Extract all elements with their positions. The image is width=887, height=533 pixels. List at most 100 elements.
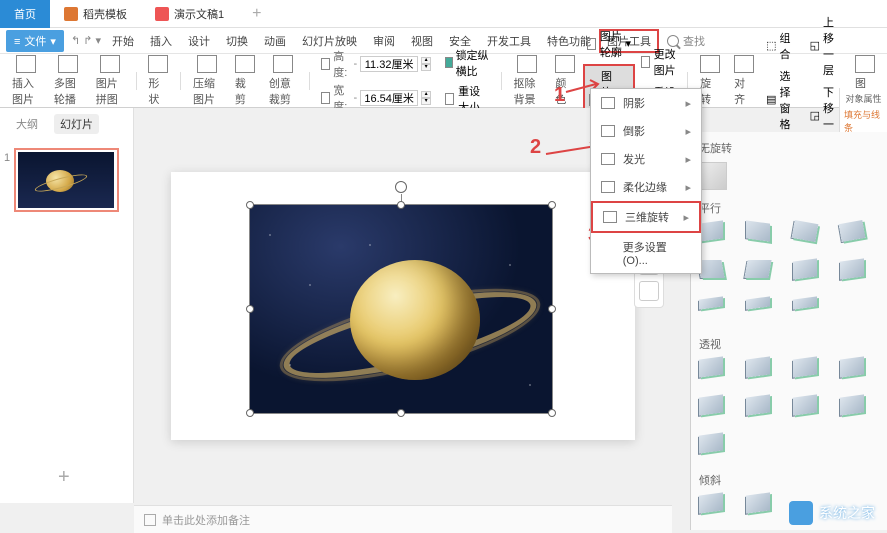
handle-bm[interactable] [397, 409, 405, 417]
btn-align[interactable]: 对齐 [728, 53, 760, 109]
p3d-opt[interactable] [746, 260, 782, 290]
p3d-perspective-grid [699, 358, 879, 464]
btn-compress[interactable]: 压缩图片 [187, 53, 227, 109]
p3d-none-option[interactable] [699, 162, 727, 190]
rotate3d-icon [603, 211, 617, 223]
btn-picture-puzzle[interactable]: 图片拼图 [90, 53, 130, 109]
p3d-opt[interactable] [699, 260, 735, 290]
menu-transition[interactable]: 切换 [218, 30, 256, 52]
sb-tab-outline[interactable]: 大纲 [10, 114, 44, 134]
rotation-3d-panel: 无旋转 平行 透视 倾斜 [690, 132, 887, 530]
tab-template-label: 稻壳模板 [83, 6, 127, 22]
p3d-opt[interactable] [840, 396, 876, 426]
btn-creative-clip[interactable]: 创意裁剪 [263, 53, 303, 109]
btn-insert-picture[interactable]: 插入图片 [6, 53, 46, 109]
width-input[interactable] [360, 90, 418, 106]
p3d-opt[interactable] [699, 434, 735, 464]
effect-dropdown: 阴影▸ 倒影▸ 发光▸ 柔化边缘▸ 三维旋转▸ 更多设置(O)... [590, 88, 702, 274]
menu-insert[interactable]: 插入 [142, 30, 180, 52]
btn-change-pic[interactable]: 更改图片 [637, 44, 681, 80]
p3d-opt[interactable] [746, 396, 782, 426]
btn-combo[interactable]: ⬚组合 [762, 28, 803, 64]
selected-image[interactable] [249, 204, 553, 414]
p3d-opt[interactable] [699, 358, 735, 388]
search-box[interactable]: 查找 [667, 33, 705, 49]
search-icon [667, 35, 679, 47]
tab-doc-label: 演示文稿1 [174, 6, 224, 22]
dd-shadow[interactable]: 阴影▸ [591, 89, 701, 117]
glow-icon [601, 153, 615, 165]
menu-file[interactable]: ≡文件▾ [6, 30, 64, 52]
width-up[interactable]: ▴ [421, 91, 431, 98]
tab-home[interactable]: 首页 [0, 0, 50, 28]
p3d-opt[interactable] [793, 396, 829, 426]
p3d-perspective-label: 透视 [699, 336, 879, 352]
add-slide-btn[interactable]: + [58, 466, 70, 489]
dd-glow[interactable]: 发光▸ [591, 145, 701, 173]
p3d-opt[interactable] [699, 396, 735, 426]
p3d-opt[interactable] [746, 358, 782, 388]
btn-multi-carousel[interactable]: 多图轮播 [48, 53, 88, 109]
p3d-opt[interactable] [746, 494, 782, 524]
p3d-opt[interactable] [746, 298, 782, 328]
slide-sidebar: 大纲 幻灯片 1 + [0, 108, 134, 503]
height-icon [321, 58, 330, 70]
lock-ratio-check[interactable]: 锁定纵横比 [445, 47, 489, 79]
p3d-opt[interactable] [793, 358, 829, 388]
menu-start[interactable]: 开始 [104, 30, 142, 52]
p3d-opt[interactable] [699, 494, 735, 524]
btn-shape[interactable]: 形状 [142, 53, 174, 109]
height-up[interactable]: ▴ [421, 57, 431, 64]
width-down[interactable]: ▾ [421, 98, 431, 105]
handle-mr[interactable] [548, 305, 556, 313]
soft-icon [601, 181, 615, 193]
menu-design[interactable]: 设计 [180, 30, 218, 52]
tab-template[interactable]: 稻壳模板 [50, 0, 141, 28]
handle-tl[interactable] [246, 201, 254, 209]
width-icon [321, 92, 330, 104]
notes-pane[interactable]: 单击此处添加备注 [134, 505, 672, 533]
watermark-logo [789, 501, 813, 525]
handle-tr[interactable] [548, 201, 556, 209]
dd-soft-edge[interactable]: 柔化边缘▸ [591, 173, 701, 201]
p3d-parallel-grid [699, 222, 879, 328]
rotate-handle[interactable] [395, 181, 407, 193]
p3d-none-label: 无旋转 [699, 140, 879, 156]
dd-3d-rotate[interactable]: 三维旋转▸ [591, 201, 701, 233]
p3d-opt[interactable] [699, 222, 735, 252]
btn-clip[interactable]: 裁剪 [229, 53, 261, 109]
tab-document[interactable]: 演示文稿1 [141, 0, 238, 28]
handle-bl[interactable] [246, 409, 254, 417]
sb-tab-slides[interactable]: 幻灯片 [54, 114, 99, 134]
props-fill-line[interactable]: 填充与线条 [844, 108, 883, 134]
p3d-opt[interactable] [840, 222, 876, 252]
tab-add[interactable]: + [238, 0, 275, 28]
p3d-opt[interactable] [793, 298, 829, 328]
handle-ml[interactable] [246, 305, 254, 313]
p3d-opt[interactable] [746, 222, 782, 252]
p3d-opt[interactable] [840, 260, 876, 290]
p3d-opt[interactable] [793, 260, 829, 290]
menu-animation[interactable]: 动画 [256, 30, 294, 52]
dd-reflection[interactable]: 倒影▸ [591, 117, 701, 145]
height-down[interactable]: ▾ [421, 64, 431, 71]
handle-br[interactable] [548, 409, 556, 417]
btn-pic-outline[interactable]: 图片轮廓▾ [583, 26, 635, 62]
btn-up-layer[interactable]: ◱上移一层 [806, 12, 847, 80]
btn-sel-pane[interactable]: ▤选择窗格 [762, 66, 803, 134]
slide-thumbnail-1[interactable]: 1 [14, 148, 119, 212]
p3d-parallel-label: 平行 [699, 200, 879, 216]
watermark: 系统之家 [789, 501, 875, 525]
dd-more-settings[interactable]: 更多设置(O)... [591, 233, 701, 273]
notes-icon [144, 514, 156, 526]
btn-remove-bg[interactable]: 抠除背景 [508, 53, 548, 109]
height-input[interactable] [360, 56, 418, 72]
p3d-opt[interactable] [699, 298, 735, 328]
shadow-icon [601, 97, 615, 109]
ft-more[interactable] [639, 281, 659, 301]
handle-tm[interactable] [397, 201, 405, 209]
p3d-opt[interactable] [793, 222, 829, 252]
p3d-opt[interactable] [840, 358, 876, 388]
p3d-tilt-label: 倾斜 [699, 472, 879, 488]
slide[interactable] [171, 172, 635, 440]
